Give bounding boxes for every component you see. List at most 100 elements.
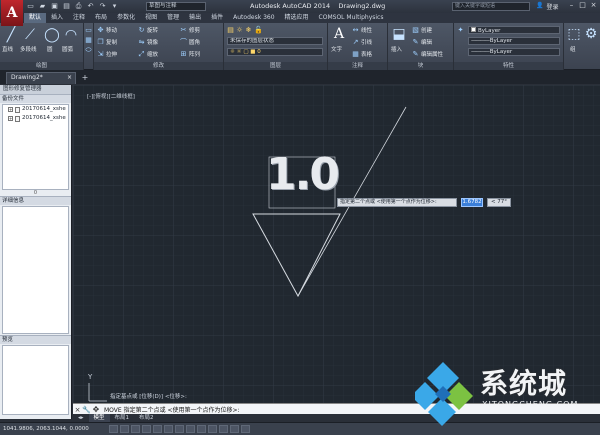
stretch-tool[interactable]: ⇲ 拉伸 (97, 50, 117, 58)
group-icon[interactable]: ⬚ (566, 26, 582, 42)
layer-state-dropdown[interactable]: 未保存的图层状态 (227, 37, 323, 45)
hatch-icon[interactable]: ▦ (85, 37, 92, 44)
circle-label[interactable]: 圆 (47, 45, 53, 53)
login-area[interactable]: 👤 登录 (536, 2, 559, 11)
layout-tab[interactable]: 布局1 (110, 414, 135, 422)
trim-tool[interactable]: ✂ 修剪 (180, 26, 200, 34)
ribbon-tab[interactable]: Autodesk 360 (228, 13, 279, 23)
ribbon-tab[interactable]: 管理 (162, 13, 184, 23)
dynamic-angle-input[interactable]: < 77° (487, 198, 511, 207)
ducs-toggle-icon[interactable] (174, 425, 184, 433)
viewport-controls-label[interactable]: [-][俯视][二维线框] (87, 92, 135, 100)
close-icon[interactable]: × (589, 1, 598, 10)
command-input[interactable]: MOVE 指定第二个点或 <使用第一个点作为位移>: (104, 405, 240, 414)
line-icon[interactable]: ╱ (3, 27, 19, 43)
save-icon[interactable]: ▣ (49, 1, 60, 11)
insert-label[interactable]: 插入 (391, 45, 402, 53)
otrack-toggle-icon[interactable] (163, 425, 173, 433)
expand-icon[interactable]: + (8, 107, 13, 112)
plot-icon[interactable]: ⎙ (73, 1, 84, 11)
am-toggle-icon[interactable] (240, 425, 250, 433)
rotate-tool[interactable]: ↻ 旋转 (138, 26, 158, 34)
new-file-icon[interactable]: ▭ (25, 1, 36, 11)
ribbon-tab[interactable]: COMSOL Multiphysics (314, 13, 389, 23)
layer-lock-icon[interactable]: 🔓 (254, 27, 263, 34)
polyline-label[interactable]: 多段线 (20, 45, 37, 53)
edit-block-tool[interactable]: ✎ 编辑 (412, 38, 432, 46)
save-as-icon[interactable]: ▤ (61, 1, 72, 11)
table-tool[interactable]: ▦ 表格 (352, 50, 372, 58)
maximize-icon[interactable]: □ (578, 1, 587, 10)
group-label[interactable]: 组 (570, 45, 576, 53)
minimize-icon[interactable]: – (567, 1, 576, 10)
ribbon-tab[interactable]: 插入 (46, 13, 68, 23)
mirror-tool[interactable]: ⇋ 镜像 (138, 38, 158, 46)
new-tab-icon[interactable]: + (80, 73, 90, 83)
wrench-icon[interactable]: 🔧 (82, 406, 91, 414)
text-icon[interactable]: A (331, 26, 347, 42)
arc-icon[interactable]: ◠ (63, 27, 79, 43)
circle-icon[interactable]: ◯ (44, 27, 60, 43)
polar-toggle-icon[interactable] (141, 425, 151, 433)
ribbon-tab[interactable]: 注释 (68, 13, 90, 23)
copy-tool[interactable]: ❐ 复制 (97, 38, 117, 46)
ribbon-tab[interactable]: 默认 (24, 13, 47, 23)
tpy-toggle-icon[interactable] (207, 425, 217, 433)
layout-tab[interactable]: 模型 (88, 414, 110, 422)
lwt-toggle-icon[interactable] (196, 425, 206, 433)
panel-title-draw[interactable]: 绘图 (0, 62, 83, 70)
ortho-toggle-icon[interactable] (130, 425, 140, 433)
insert-block-icon[interactable]: ⬓ (391, 26, 407, 42)
backup-files-header[interactable]: 备份文件 (0, 94, 71, 103)
linear-dim-tool[interactable]: ↔ 线性 (352, 26, 372, 34)
open-file-icon[interactable]: ▰ (37, 1, 48, 11)
panel-title-properties[interactable]: 特性 (454, 62, 563, 70)
array-tool[interactable]: ⊞ 阵列 (180, 50, 200, 58)
leader-tool[interactable]: ↗ 引线 (352, 38, 372, 46)
layout-nav-icon[interactable]: ◂▸ (73, 414, 89, 422)
linetype-dropdown[interactable]: ———— ByLayer (468, 37, 560, 45)
ellipse-icon[interactable]: ⬭ (85, 47, 92, 54)
arc-label[interactable]: 圆弧 (62, 45, 73, 53)
edit-attr-tool[interactable]: ✎ 编辑属性 (412, 50, 443, 58)
undo-icon[interactable]: ↶ (85, 1, 96, 11)
layer-properties-icon[interactable]: ▤ (227, 27, 234, 34)
panel-title-layers[interactable]: 图层 (224, 62, 327, 70)
panel-title-modify[interactable]: 修改 (94, 62, 223, 70)
ribbon-tab[interactable]: 输出 (184, 13, 206, 23)
panel-title-block[interactable]: 块 (388, 62, 453, 70)
details-header[interactable]: 详细信息 (0, 196, 71, 205)
rectangle-icon[interactable]: ▭ (85, 27, 92, 34)
utilities-icon[interactable]: ⚙ (583, 26, 599, 42)
create-block-tool[interactable]: ▧ 创建 (412, 26, 432, 34)
dynamic-distance-input[interactable]: 1.6782 (461, 198, 483, 207)
redo-icon[interactable]: ↷ (97, 1, 108, 11)
color-dropdown[interactable]: ByLayer (468, 26, 560, 34)
expand-icon[interactable]: + (8, 116, 13, 121)
ribbon-tab[interactable]: 参数化 (112, 13, 140, 23)
move-tool[interactable]: ✥ 移动 (97, 26, 117, 34)
qa-dropdown-icon[interactable]: ▾ (109, 1, 120, 11)
grid-toggle-icon[interactable] (119, 425, 129, 433)
backup-file-item[interactable]: +20170614_xshe (3, 105, 68, 114)
dyn-toggle-icon[interactable] (185, 425, 195, 433)
fillet-tool[interactable]: ⌒ 圆角 (180, 38, 200, 46)
text-label[interactable]: 文字 (331, 45, 342, 53)
layer-on-icon[interactable]: ☼ (236, 27, 243, 34)
layer-freeze-icon[interactable]: ❄ (245, 27, 252, 34)
file-tab-drawing2[interactable]: Drawing2* × (6, 72, 76, 84)
login-label[interactable]: 登录 (546, 2, 558, 11)
scale-tool[interactable]: ⤢ 缩放 (138, 50, 158, 58)
current-layer-dropdown[interactable]: ☼ ☼ ▢ ■ 0 (227, 48, 323, 56)
close-icon[interactable]: × (73, 406, 82, 414)
line-label[interactable]: 直线 (2, 45, 13, 53)
polyline-icon[interactable]: ⟋ (22, 27, 38, 43)
search-input[interactable]: 键入关键字或短语 (452, 2, 530, 11)
osnap-toggle-icon[interactable] (152, 425, 162, 433)
panel-title-annotation[interactable]: 注释 (328, 62, 387, 70)
ribbon-tab[interactable]: 布局 (90, 13, 112, 23)
ribbon-tab[interactable]: 精选应用 (280, 13, 314, 23)
ribbon-tab[interactable]: 视图 (140, 13, 162, 23)
layout-tab[interactable]: 布局2 (134, 414, 159, 422)
workspace-select[interactable]: 草图与注释 (146, 2, 206, 11)
